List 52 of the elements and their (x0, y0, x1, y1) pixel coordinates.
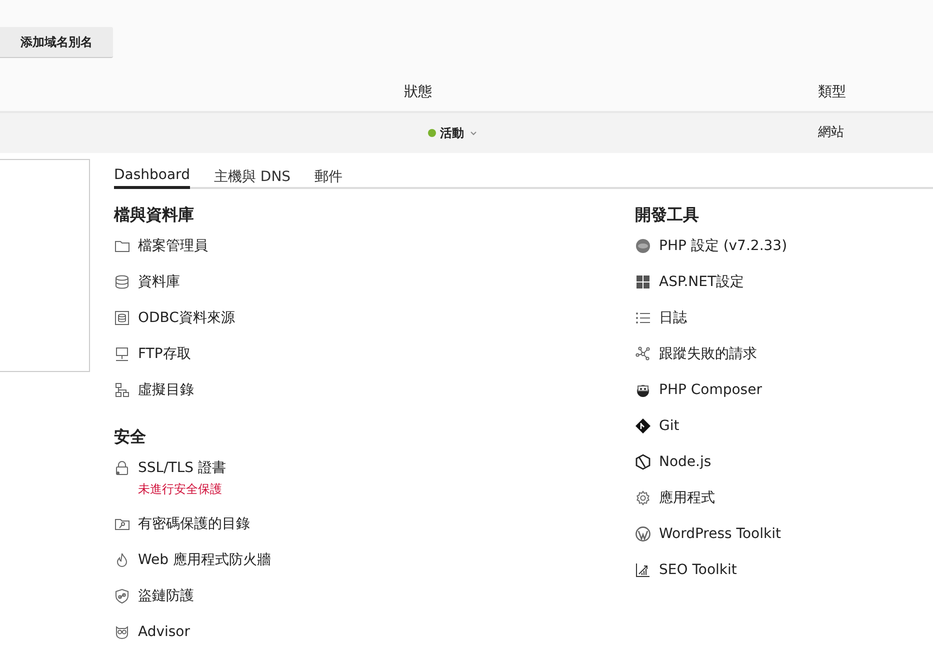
section-heading: 檔與資料庫 (114, 204, 195, 226)
tool-link[interactable]: PHP Composer (659, 382, 762, 398)
network-nodes-icon (635, 346, 651, 362)
folder-icon (114, 238, 130, 254)
git-icon (635, 418, 651, 434)
tool-link[interactable]: 虛擬目錄 (138, 382, 194, 398)
column-header[interactable]: 類型 (760, 82, 906, 102)
tool-link[interactable]: 日誌 (659, 310, 687, 326)
tool-link[interactable]: SEO Toolkit (659, 562, 737, 578)
status-dot (428, 129, 436, 137)
warning-text: 未進行安全保護 (138, 481, 223, 497)
column-header[interactable]: 狀態 (353, 82, 483, 102)
flame-icon (114, 552, 130, 568)
folder-tree-icon (114, 382, 130, 398)
hexagon-icon (635, 454, 651, 470)
tab[interactable]: 主機與 DNS (214, 164, 291, 189)
tool-link[interactable]: ASP.NET設定 (659, 274, 744, 290)
tool-link[interactable]: WordPress Toolkit (659, 526, 781, 542)
tool-link[interactable]: Web 應用程式防火牆 (138, 552, 271, 568)
tool-link[interactable]: 資料庫 (138, 274, 180, 290)
status-dropdown[interactable]: 活動 (353, 124, 483, 142)
add-domain-alias-button[interactable]: 添加域名別名 (0, 27, 113, 58)
database-icon (114, 310, 130, 326)
tab[interactable]: Dashboard (114, 164, 190, 189)
gear-icon (635, 490, 651, 506)
tool-link[interactable]: PHP 設定 (v7.2.33) (659, 238, 788, 254)
tab[interactable]: 郵件 (314, 164, 343, 189)
database-icon (114, 274, 130, 290)
owl-icon (114, 624, 130, 640)
tool-link[interactable]: 應用程式 (659, 490, 715, 506)
chart-icon (635, 562, 651, 578)
section-heading: 開發工具 (635, 204, 700, 226)
list-icon (635, 310, 651, 326)
caret-icon (470, 131, 477, 136)
tool-link[interactable]: 跟蹤失敗的請求 (659, 346, 757, 362)
tool-link[interactable]: 盜鏈防護 (138, 588, 194, 604)
tool-link[interactable]: ODBC資料來源 (138, 310, 235, 326)
key-folder-icon (114, 516, 130, 532)
tool-link[interactable]: SSL/TLS 證書 (138, 460, 226, 476)
php-icon (635, 238, 651, 254)
windows-icon (635, 274, 651, 290)
wordpress-icon (635, 526, 651, 542)
tool-link[interactable]: Git (659, 418, 680, 434)
tool-link[interactable]: Node.js (659, 454, 712, 470)
tool-link[interactable]: FTP存取 (138, 346, 191, 362)
table-cell-text: 網站 (817, 124, 845, 142)
tool-link[interactable]: 檔案管理員 (138, 238, 208, 254)
shield-icon (114, 588, 130, 604)
tool-link[interactable]: Advisor (138, 624, 190, 640)
section-heading: 安全 (114, 426, 147, 448)
lock-icon (114, 460, 130, 476)
tool-link[interactable]: 有密碼保護的目錄 (138, 516, 250, 532)
